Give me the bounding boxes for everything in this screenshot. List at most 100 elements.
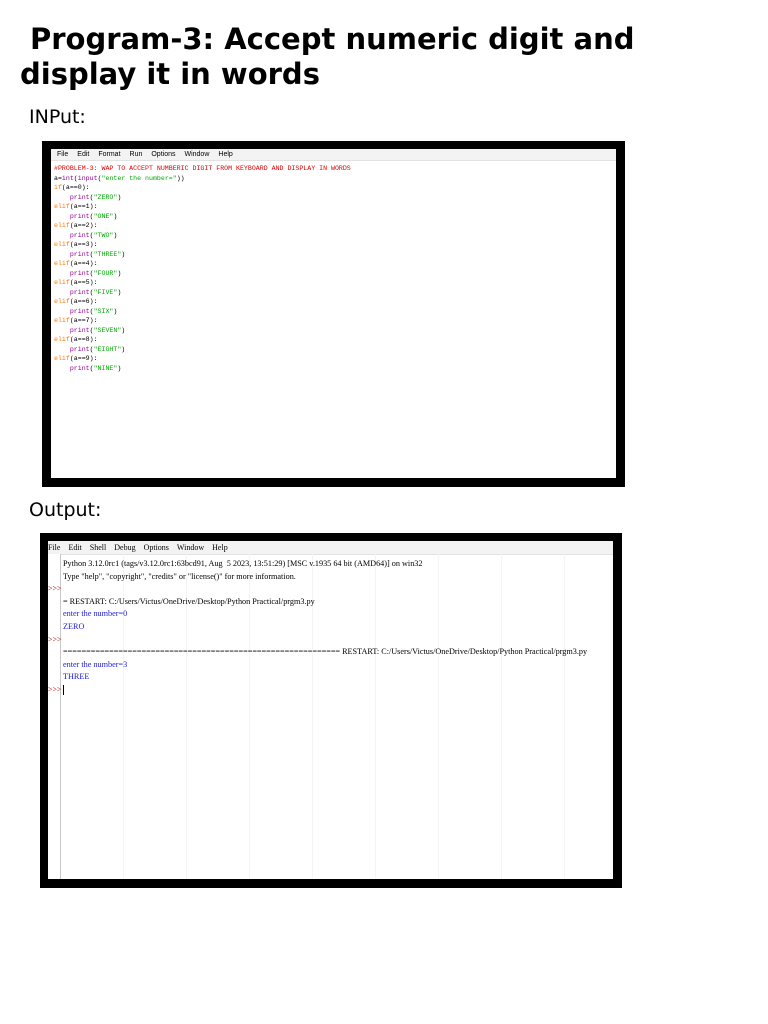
code-token: print <box>69 250 90 258</box>
shell-menu-edit[interactable]: Edit <box>68 543 81 552</box>
code-token: #PROBLEM-3: WAP TO ACCEPT NUMBERIC DIGIT… <box>54 165 351 172</box>
editor-menu-window[interactable]: Window <box>184 151 209 158</box>
code-line: elif(a==7): <box>54 316 616 326</box>
code-token: print <box>69 345 90 353</box>
shell-menu-shell[interactable]: Shell <box>90 543 106 552</box>
code-line: a=int(input("enter the number=")) <box>54 174 616 184</box>
text-cursor <box>63 685 64 696</box>
code-line: elif(a==5): <box>54 278 616 288</box>
code-token: (a==9): <box>69 355 98 362</box>
page-title: Program-3: Accept numeric digit and disp… <box>20 22 740 92</box>
code-line: print("ZERO") <box>54 193 616 203</box>
shell-menu-file[interactable]: File <box>48 543 60 552</box>
code-token: print <box>69 269 90 277</box>
code-token: int <box>61 174 74 182</box>
code-line: print("SIX") <box>54 307 616 317</box>
shell-line <box>63 583 613 596</box>
shell-line-text: ========================================… <box>63 647 588 657</box>
code-token: print <box>69 193 90 201</box>
code-line: print("EIGHT") <box>54 345 616 355</box>
shell-prompt: >>> <box>48 685 62 694</box>
code-token: "EIGHT" <box>93 345 122 353</box>
shell-line-text: ZERO <box>63 621 85 631</box>
code-line: print("SEVEN") <box>54 326 616 336</box>
shell-menu-window[interactable]: Window <box>177 543 204 552</box>
editor-menu-help[interactable]: Help <box>218 151 232 158</box>
editor-menu-format[interactable]: Format <box>98 151 120 158</box>
code-line: elif(a==6): <box>54 297 616 307</box>
code-line: elif(a==2): <box>54 221 616 231</box>
code-token: input <box>77 174 98 182</box>
editor-menu-run[interactable]: Run <box>130 151 143 158</box>
code-line: if(a==0): <box>54 183 616 193</box>
code-token: print <box>69 212 90 220</box>
code-token: print <box>69 307 90 315</box>
output-section-label: Output: <box>29 499 102 521</box>
code-line: elif(a==1): <box>54 202 616 212</box>
shell-line-text: enter the number=0 <box>63 609 128 619</box>
input-section-label: INPut: <box>29 106 86 128</box>
code-line: print("NINE") <box>54 364 616 374</box>
shell-prompt: >>> <box>48 584 62 594</box>
code-line: elif(a==3): <box>54 240 616 250</box>
code-token: elif <box>54 279 70 286</box>
shell-line: ========================================… <box>63 646 613 659</box>
code-token: "enter the number=" <box>101 174 177 182</box>
shell-menu-help[interactable]: Help <box>212 543 228 552</box>
code-token: "NINE" <box>93 364 118 372</box>
code-token: ) <box>113 231 118 239</box>
shell-line: = RESTART: C:/Users/Victus/OneDrive/Desk… <box>63 596 613 609</box>
code-token: elif <box>54 260 70 267</box>
code-token: elif <box>54 241 70 248</box>
code-token: (a==8): <box>69 336 98 343</box>
shell-menu-debug[interactable]: Debug <box>114 543 135 552</box>
editor-menu-options[interactable]: Options <box>151 151 175 158</box>
editor-menu-file[interactable]: File <box>57 151 68 158</box>
code-token: (a==5): <box>69 279 98 286</box>
code-token: (a==4): <box>69 260 98 267</box>
code-token: print <box>69 326 90 334</box>
code-token: (a==1): <box>69 203 98 210</box>
editor-code-area[interactable]: #PROBLEM-3: WAP TO ACCEPT NUMBERIC DIGIT… <box>51 161 616 373</box>
code-token: print <box>69 231 90 239</box>
code-line: print("ONE") <box>54 212 616 222</box>
code-token: (a==7): <box>69 317 98 324</box>
shell-line: enter the number=0 <box>63 608 613 621</box>
code-token: ) <box>117 288 122 296</box>
code-line: print("FOUR") <box>54 269 616 279</box>
code-token: )) <box>176 174 185 182</box>
editor-menu-edit[interactable]: Edit <box>77 151 89 158</box>
code-token: ) <box>121 250 126 258</box>
code-line: elif(a==9): <box>54 354 616 364</box>
idle-editor-window: File Edit Format Run Options Window Help #PROB… <box>51 149 616 478</box>
code-token: ) <box>121 326 126 334</box>
shell-prompt-gutter: >>> >>> >>> <box>48 554 62 879</box>
shell-area[interactable]: >>> >>> >>> Python 3.12.0rc1 (tags/v3.12.0… <box>48 554 613 879</box>
page-title-line-2: display it in words <box>20 57 320 91</box>
code-line: elif(a==4): <box>54 259 616 269</box>
code-token: print <box>69 364 90 372</box>
shell-line-text: = RESTART: C:/Users/Victus/OneDrive/Desk… <box>63 596 315 606</box>
code-line: #PROBLEM-3: WAP TO ACCEPT NUMBERIC DIGIT… <box>54 164 616 174</box>
code-line: print("THREE") <box>54 250 616 260</box>
code-token: elif <box>54 317 70 324</box>
code-token: ) <box>117 269 122 277</box>
shell-menu-options[interactable]: Options <box>144 543 169 552</box>
shell-line-text: enter the number=3 <box>63 659 128 669</box>
code-token: (a==2): <box>69 222 98 229</box>
shell-line-text: THREE <box>63 672 90 682</box>
code-token: elif <box>54 298 70 305</box>
code-line: print("FIVE") <box>54 288 616 298</box>
shell-line: enter the number=3 <box>63 659 613 672</box>
code-token: if <box>54 184 62 191</box>
code-token: elif <box>54 355 70 362</box>
code-line: print("TWO") <box>54 231 616 241</box>
shell-line: Python 3.12.0rc1 (tags/v3.12.0rc1:63bcd9… <box>63 558 613 571</box>
